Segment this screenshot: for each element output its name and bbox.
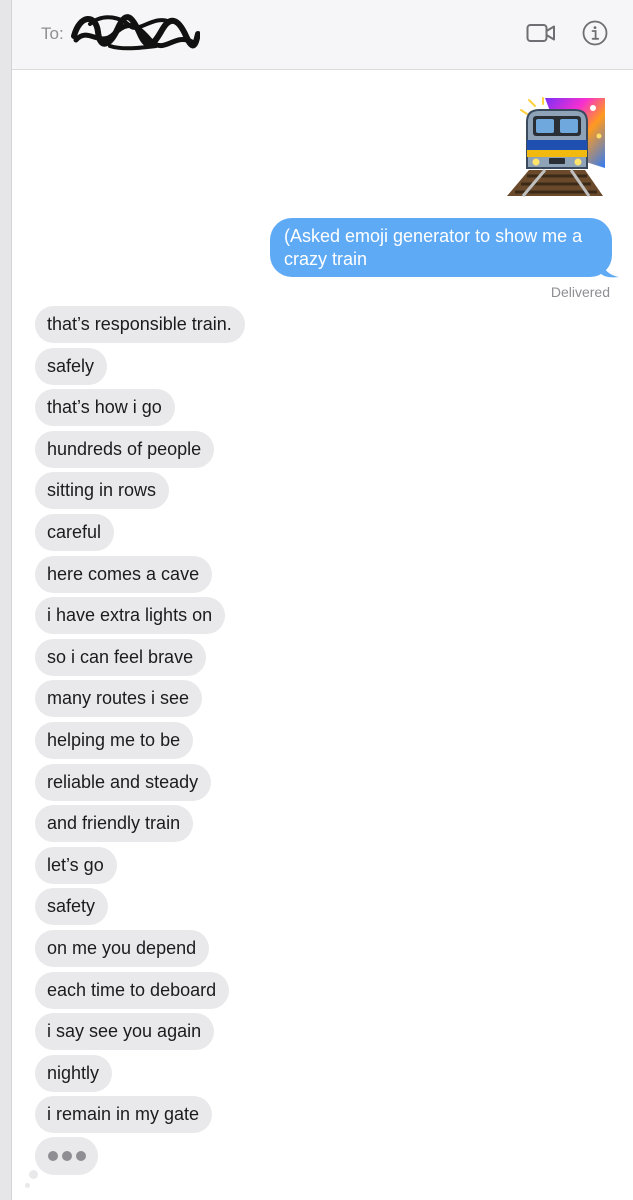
received-message-bubble[interactable]: careful (35, 513, 115, 551)
received-message-bubble[interactable]: reliable and steady (35, 763, 212, 801)
received-message-bubble[interactable]: hundreds of people (35, 430, 215, 468)
video-camera-icon[interactable] (526, 20, 556, 46)
received-message-bubble[interactable]: i have extra lights on (35, 597, 226, 635)
received-message-bubble[interactable]: sitting in rows (35, 472, 170, 510)
sent-message-bubble[interactable]: (Asked emoji generator to show me a craz… (270, 218, 612, 277)
received-message-bubble[interactable]: safely (35, 347, 108, 385)
received-messages-list: that’s responsible train. safely that’s … (35, 306, 245, 1138)
received-message-bubble[interactable]: on me you depend (35, 929, 210, 967)
received-message-bubble[interactable]: safety (35, 888, 109, 926)
received-message-bubble[interactable]: helping me to be (35, 721, 194, 759)
delivered-status: Delivered (550, 284, 610, 300)
typing-dot (61, 1151, 72, 1161)
train-sticker[interactable] (505, 96, 609, 200)
sent-bubble-tail (600, 258, 619, 278)
received-message-bubble[interactable]: i say see you again (35, 1013, 215, 1051)
info-icon[interactable] (582, 20, 608, 46)
typing-tail-dot (29, 1170, 38, 1179)
received-message-bubble[interactable]: so i can feel brave (35, 638, 207, 676)
received-message-bubble[interactable]: let’s go (35, 846, 117, 884)
received-message-bubble[interactable]: i remain in my gate (35, 1096, 213, 1134)
received-message-bubble[interactable]: here comes a cave (35, 555, 213, 593)
typing-tail-dot (25, 1183, 30, 1188)
typing-dot (75, 1151, 86, 1161)
received-message-bubble[interactable]: nightly (35, 1054, 113, 1092)
sidebar-edge (0, 0, 12, 1200)
received-message-bubble[interactable]: and friendly train (35, 805, 194, 843)
received-message-bubble[interactable]: each time to deboard (35, 971, 230, 1009)
received-message-bubble[interactable]: that’s how i go (35, 389, 175, 427)
to-label: To: (41, 24, 64, 43)
received-message-bubble[interactable]: many routes i see (35, 680, 203, 718)
conversation-header: To: (12, 0, 633, 70)
received-message-bubble[interactable]: that’s responsible train. (35, 306, 245, 343)
typing-dot (47, 1151, 58, 1161)
typing-indicator (35, 1137, 98, 1175)
sent-message-text: (Asked emoji generator to show me a craz… (284, 226, 583, 269)
recipient-name-redacted[interactable] (70, 8, 200, 52)
